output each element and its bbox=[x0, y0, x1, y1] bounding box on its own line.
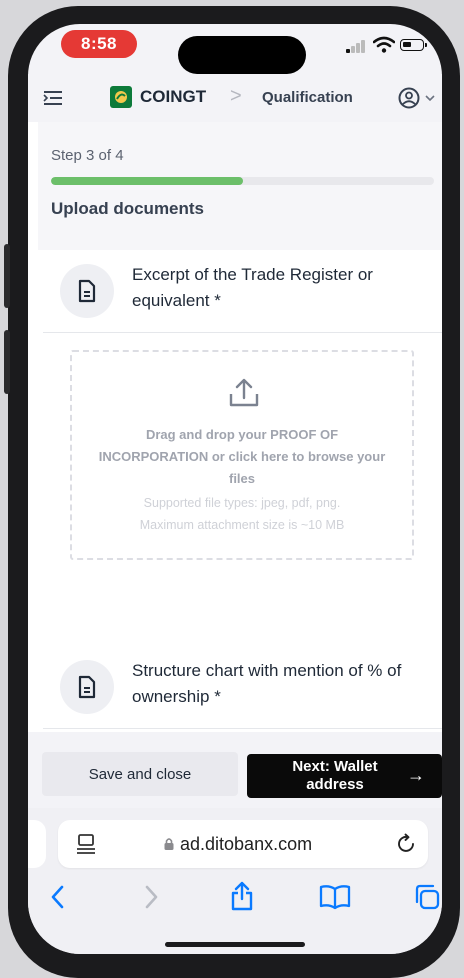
dropzone-instruction: Drag and drop your PROOF OF INCORPORATIO… bbox=[98, 427, 386, 486]
bookmarks-icon[interactable] bbox=[319, 884, 351, 910]
step-indicator: Step 3 of 4 bbox=[51, 147, 124, 164]
supported-file-types: Supported file types: jpeg, pdf, png. bbox=[143, 496, 341, 510]
document-title: Excerpt of the Trade Register or equival… bbox=[132, 265, 373, 310]
url-text[interactable]: ad.ditobanx.com bbox=[180, 834, 312, 855]
app-header: COINGT > Qualification bbox=[28, 74, 442, 122]
battery-icon bbox=[400, 39, 427, 51]
home-indicator bbox=[165, 942, 305, 947]
document-item-trade-register: Excerpt of the Trade Register or equival… bbox=[43, 256, 442, 333]
progress-bar bbox=[51, 177, 434, 185]
reload-icon[interactable] bbox=[396, 832, 418, 856]
tabs-icon[interactable] bbox=[414, 883, 440, 911]
back-icon[interactable] bbox=[47, 884, 69, 910]
next-button[interactable]: Next: Wallet address → bbox=[247, 754, 442, 798]
brand-name[interactable]: COINGT bbox=[140, 87, 206, 107]
forward-icon[interactable] bbox=[140, 884, 162, 910]
phone-screen: 8:58 COINGT > Qualification Step 3 of 4 … bbox=[28, 24, 442, 954]
previous-tab-preview[interactable] bbox=[28, 820, 46, 868]
reader-icon[interactable] bbox=[76, 833, 96, 855]
form-actions: Save and close Next: Wallet address → bbox=[28, 732, 442, 808]
document-item-structure-chart: Structure chart with mention of % of own… bbox=[43, 652, 442, 729]
dropzone-hints: Supported file types: jpeg, pdf, png. Ma… bbox=[92, 492, 392, 536]
wifi-icon bbox=[373, 36, 395, 53]
status-bar: 8:58 bbox=[28, 24, 442, 74]
lock-icon bbox=[164, 838, 174, 850]
save-and-close-button[interactable]: Save and close bbox=[42, 752, 238, 796]
volume-up-button bbox=[4, 244, 10, 308]
volume-down-button bbox=[4, 330, 10, 394]
browser-toolbar: ad.ditobanx.com bbox=[28, 808, 442, 954]
brand-logo[interactable] bbox=[110, 86, 132, 108]
next-button-label: Next: Wallet address bbox=[292, 758, 378, 793]
upload-icon bbox=[229, 378, 259, 407]
breadcrumb-current-page: Qualification bbox=[262, 89, 353, 106]
document-icon bbox=[60, 264, 114, 318]
user-menu-button[interactable] bbox=[398, 86, 440, 110]
file-dropzone[interactable]: Drag and drop your PROOF OF INCORPORATIO… bbox=[70, 350, 414, 560]
share-icon[interactable] bbox=[230, 880, 254, 912]
arrow-right-icon: → bbox=[407, 765, 425, 785]
address-bar[interactable]: ad.ditobanx.com bbox=[58, 820, 428, 868]
chevron-down-icon bbox=[425, 95, 435, 102]
progress-bar-fill bbox=[51, 177, 243, 185]
document-title: Structure chart with mention of % of own… bbox=[132, 661, 402, 706]
status-time: 8:58 bbox=[61, 30, 137, 58]
breadcrumb-separator: > bbox=[230, 85, 242, 107]
user-circle-icon bbox=[398, 87, 420, 109]
max-attachment-size: Maximum attachment size is ~10 MB bbox=[139, 518, 345, 532]
section-title: Upload documents bbox=[51, 199, 205, 218]
document-icon bbox=[60, 660, 114, 714]
cellular-signal-icon bbox=[346, 40, 368, 53]
dynamic-island bbox=[178, 36, 306, 74]
main-content[interactable]: Step 3 of 4 Upload documents Excerpt of … bbox=[28, 122, 442, 732]
collapse-menu-icon[interactable] bbox=[42, 88, 64, 108]
step-panel: Step 3 of 4 Upload documents bbox=[38, 122, 442, 250]
